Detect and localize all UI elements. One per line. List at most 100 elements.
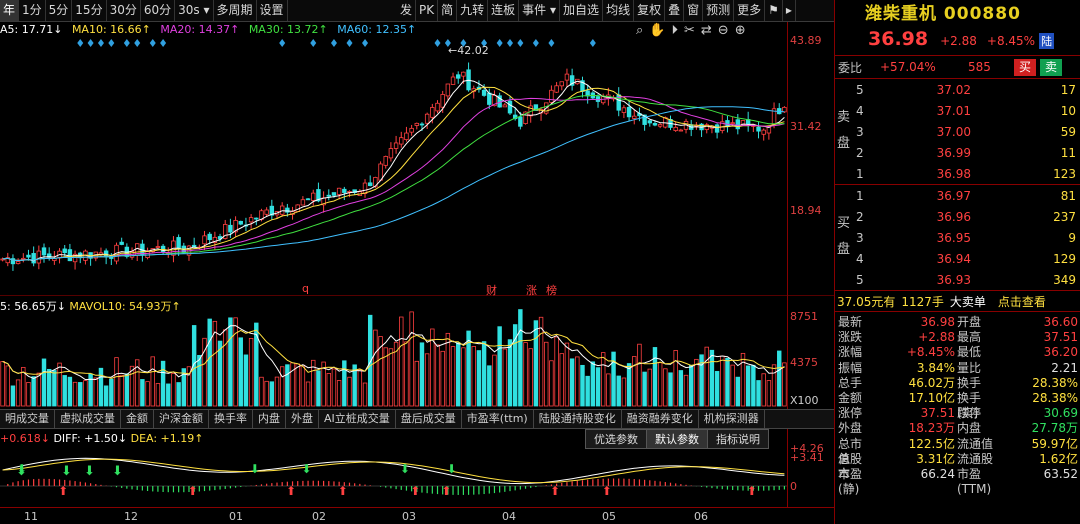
volume-bar <box>637 343 642 407</box>
tab-inner[interactable]: 内盘 <box>253 410 286 428</box>
volume-bar <box>502 348 508 407</box>
simple-button[interactable]: 简 <box>438 0 458 21</box>
stat-label: 金额 <box>838 390 863 405</box>
price-row: 36.98 +2.88 +8.45% 陆 <box>835 28 1080 55</box>
candle-body <box>300 199 306 206</box>
volume-bar <box>264 380 269 407</box>
period-30min-button[interactable]: 30分 <box>107 0 141 21</box>
candle-body <box>285 207 290 213</box>
period-5min-button[interactable]: 5分 <box>46 0 73 21</box>
default-params-button[interactable]: 默认参数 <box>646 429 708 449</box>
candle-body <box>362 182 368 195</box>
volume-bar <box>46 368 52 407</box>
volume-bar <box>481 341 487 407</box>
candle-body <box>450 76 456 85</box>
forecast-button[interactable]: 预测 <box>703 0 735 21</box>
add-watchlist-button[interactable]: 加自选 <box>560 0 604 21</box>
candle-body <box>21 257 26 260</box>
tab-volume[interactable]: 明成交量 <box>0 410 55 428</box>
window-button[interactable]: 窗 <box>684 0 704 21</box>
candle-body <box>502 104 508 108</box>
level-volume: 349 <box>1053 272 1076 287</box>
sell-button[interactable]: 卖 <box>1040 58 1063 76</box>
tab-after-hours[interactable]: 盘后成交量 <box>396 410 462 428</box>
stat-row: 涨幅 +8.45% 最低 36.20 <box>835 345 1080 360</box>
high-price-annotation: ←42.02 <box>448 44 489 57</box>
vol5-label: 5: 56.65万↓ <box>0 300 66 313</box>
volume-bar <box>740 352 746 407</box>
overlay-button[interactable]: 叠 <box>665 0 685 21</box>
ma-lines-button[interactable]: 均线 <box>603 0 635 21</box>
macd-param-buttons: 优选参数 默认参数 指标说明 <box>585 429 769 449</box>
macd-axis-second: +3.41 <box>790 451 824 464</box>
level-number: 5 <box>856 272 864 287</box>
period-60min-button[interactable]: 60分 <box>141 0 176 21</box>
volume-bar <box>5 365 10 407</box>
lianban-button[interactable]: 连板 <box>488 0 520 21</box>
volume-chart[interactable]: 5: 56.65万↓ MAVOL10: 54.93万↑ <box>0 296 834 409</box>
volume-bar <box>528 348 533 407</box>
stat-label: 市盈(静) <box>838 466 863 496</box>
volume-bar <box>26 382 31 407</box>
volume-bar <box>259 376 264 407</box>
buy-level-3: 3 36.95 9 <box>835 227 1080 248</box>
adjust-button[interactable]: 复权 <box>634 0 666 21</box>
volume-bar <box>0 361 5 407</box>
tab-amount[interactable]: 金额 <box>121 410 154 428</box>
optimal-params-button[interactable]: 优选参数 <box>585 429 647 449</box>
stat-label: 最高 <box>957 330 982 345</box>
signal-diamond-icon <box>434 39 441 47</box>
period-1min-button[interactable]: 1分 <box>19 0 46 21</box>
tab-outer[interactable]: 外盘 <box>286 410 319 428</box>
volume-bar <box>124 373 130 407</box>
events-dropdown[interactable]: 事件 ▾ <box>519 0 561 21</box>
collapse-arrow-icon[interactable]: ▸ <box>783 0 796 21</box>
volume-bar <box>155 383 161 407</box>
volume-bar <box>714 371 720 407</box>
period-30s-dropdown[interactable]: 30s ▾ <box>175 0 214 21</box>
tab-pe-ttm[interactable]: 市盈率(ttm) <box>462 410 534 428</box>
candle-body <box>202 235 207 245</box>
ma5-line <box>2 79 785 262</box>
price-axis-mid: 31.42 <box>790 120 822 133</box>
settings-button[interactable]: 设置 <box>257 0 288 21</box>
flag-icon[interactable]: ⚑ <box>765 0 783 21</box>
kline-chart[interactable]: A5: 17.71↓ MA10: 16.66↑ MA20: 14.37↑ MA3… <box>0 22 834 297</box>
stat-label: 涨停 <box>838 406 863 421</box>
volume-bar <box>756 380 761 407</box>
tab-virtual-volume[interactable]: 虚拟成交量 <box>55 410 121 428</box>
volume-bar <box>31 376 36 407</box>
period-15min-button[interactable]: 15分 <box>72 0 107 21</box>
candle-body <box>435 102 440 112</box>
volume-bar <box>549 360 554 407</box>
pk-button[interactable]: PK <box>416 0 439 21</box>
buy-button[interactable]: 买 <box>1014 58 1037 76</box>
tab-margin[interactable]: 融资融券变化 <box>622 410 699 428</box>
tab-turnover[interactable]: 换手率 <box>209 410 253 428</box>
more-button[interactable]: 更多 <box>734 0 766 21</box>
candle-body <box>518 116 523 127</box>
tab-ai-volume[interactable]: AI立桩成交量 <box>319 410 396 428</box>
price-change-percent: +8.45% <box>986 34 1036 48</box>
volume-bar <box>52 370 57 407</box>
tab-institution[interactable]: 机构探测器 <box>699 410 765 428</box>
indicator-help-button[interactable]: 指标说明 <box>707 429 769 449</box>
tab-northbound[interactable]: 陆股通持股变化 <box>534 410 622 428</box>
jiuzhuan-button[interactable]: 九转 <box>457 0 489 21</box>
date-tick-12: 12 <box>124 510 138 523</box>
volume-bar <box>600 352 606 407</box>
view-details-link[interactable]: 点击查看 <box>998 295 1046 309</box>
fa-button[interactable]: 发 <box>397 0 417 21</box>
volume-bar <box>15 379 21 407</box>
stat-label: 跌停 <box>957 406 982 421</box>
period-year-button[interactable]: 年 <box>0 0 20 21</box>
stat-value: 28.38% <box>1032 375 1078 390</box>
volume-bar <box>632 356 637 407</box>
multi-period-button[interactable]: 多周期 <box>214 0 257 21</box>
volume-bar <box>419 342 425 407</box>
candle-body <box>305 198 311 201</box>
macd-chart[interactable]: ⬇ ⬇ ⬇ ⬇ ⬆ ⬆ ⬆ ⬆ ⬆ ⬆ ⬆ ⬆ ⬆ ⬇ ⬇ ⬇ ⬇ ⬇ +0.618↓ DIFF: +1.50↓ … <box>0 429 834 507</box>
tab-shsz-amount[interactable]: 沪深金额 <box>154 410 209 428</box>
volume-bar <box>171 373 176 407</box>
event-marker-q[interactable]: q <box>302 282 309 295</box>
